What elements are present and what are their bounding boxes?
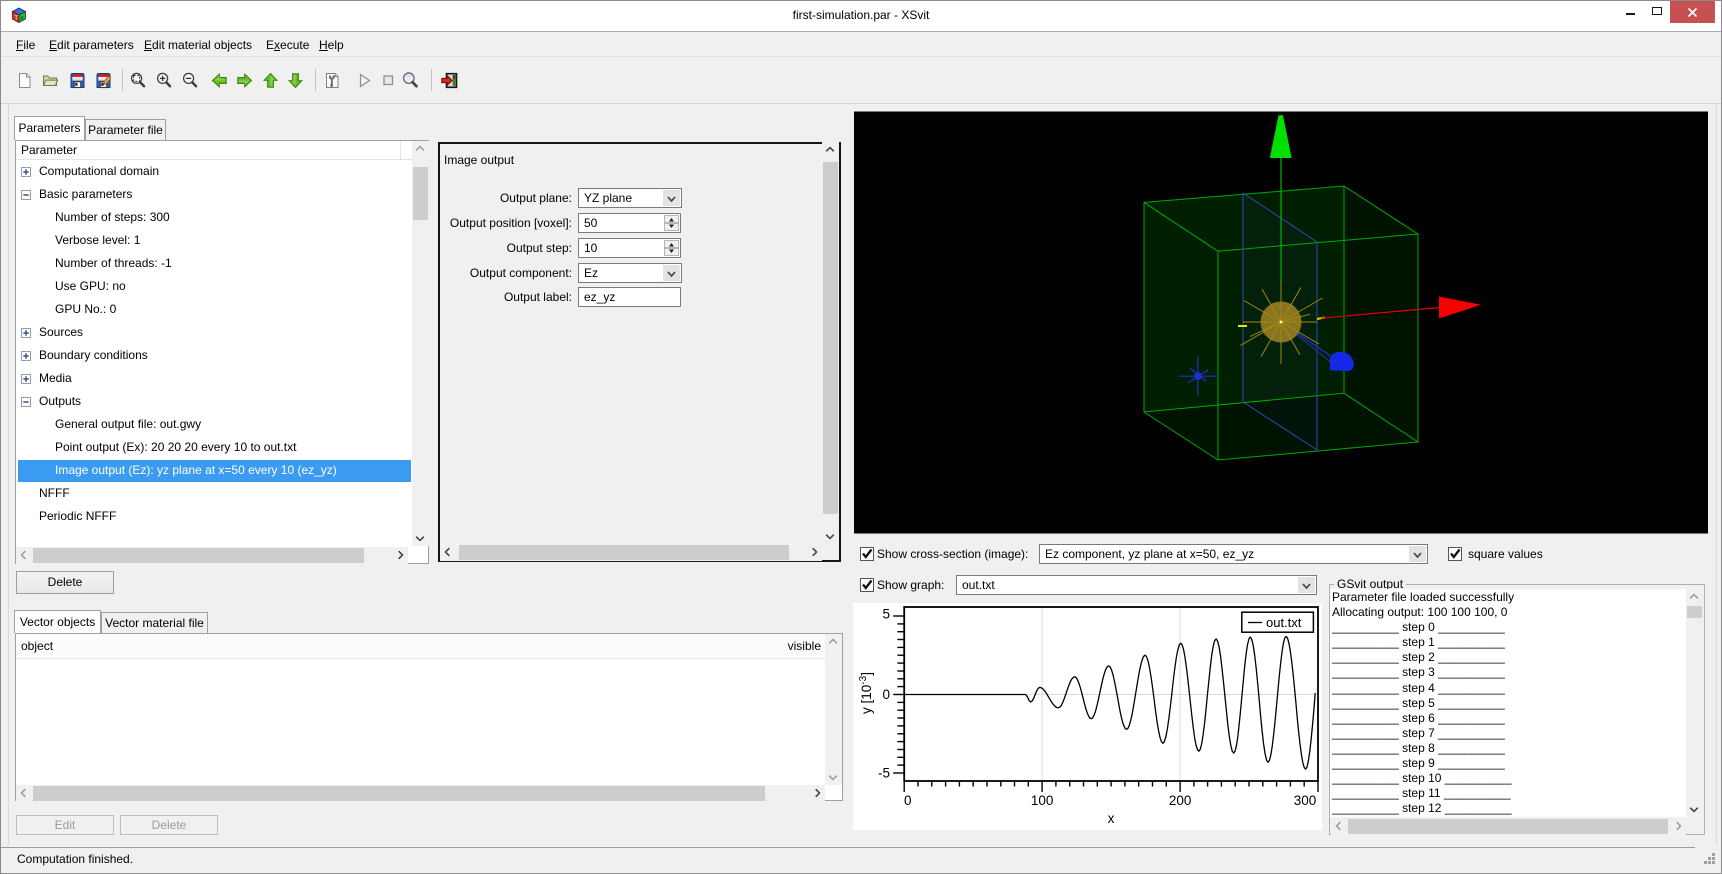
- svg-text:x: x: [1108, 811, 1115, 826]
- svg-text:-5: -5: [878, 766, 890, 781]
- svg-text:0: 0: [904, 793, 912, 808]
- svg-text:100: 100: [1031, 793, 1054, 808]
- svg-text:300: 300: [1294, 793, 1317, 808]
- svg-text:5: 5: [882, 607, 890, 622]
- svg-text:200: 200: [1169, 793, 1192, 808]
- svg-text:0: 0: [882, 687, 890, 702]
- svg-text:out.txt: out.txt: [1266, 615, 1302, 630]
